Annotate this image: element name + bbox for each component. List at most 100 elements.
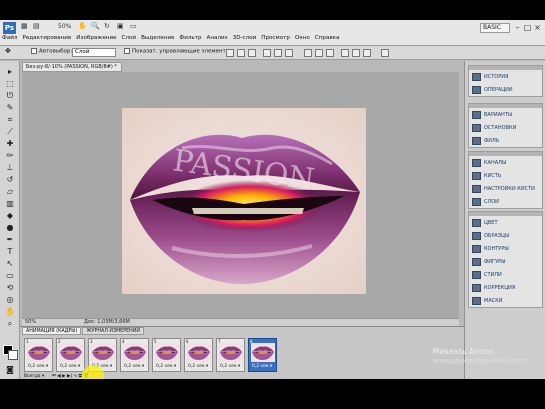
panel-variants[interactable]: ВАРИАНТЫ (469, 108, 542, 121)
distribute-top-icon[interactable] (304, 49, 312, 57)
panel-actions[interactable]: ОПЕРАЦИИ (469, 83, 542, 96)
animation-frame[interactable]: 1 0,2 сек.▾ (24, 338, 53, 372)
align-vcenter-icon[interactable] (237, 49, 245, 57)
document-tab[interactable]: Без-ру-8/-10% (PASSION, RGB/8#) * (22, 62, 122, 72)
loop-select[interactable]: Всегда ▾ (24, 374, 44, 379)
panel-styles[interactable]: СТИЛИ (469, 268, 542, 281)
rotate-view-icon[interactable]: ↻ (104, 22, 110, 33)
history-brush-tool-icon[interactable]: ↺ (5, 175, 15, 184)
brush-tool-icon[interactable]: ✏ (5, 151, 15, 160)
stamp-tool-icon[interactable]: ⊥ (5, 163, 15, 172)
align-bottom-icon[interactable] (248, 49, 256, 57)
animation-frame[interactable]: 5 0,2 сек.▾ (152, 338, 181, 372)
tween-icon[interactable]: ∿ (73, 374, 77, 379)
panel-swatches[interactable]: ОБРАЗЦЫ (469, 229, 542, 242)
lasso-tool-icon[interactable]: ᘎ (5, 91, 15, 100)
eraser-tool-icon[interactable]: ▱ (5, 187, 15, 196)
animation-frame[interactable]: 7 0,2 сек.▾ (216, 338, 245, 372)
distribute-hcenter-icon[interactable] (352, 49, 360, 57)
menu-3d[interactable]: 3D-слои (233, 35, 257, 45)
frame-delay[interactable]: 0,2 сек.▾ (156, 364, 176, 369)
panel-layers[interactable]: СЛОИ (469, 195, 542, 208)
workspace-switcher[interactable]: BASIC (480, 23, 510, 33)
crop-tool-icon[interactable]: ⌗ (5, 115, 15, 124)
status-zoom[interactable]: 50% (25, 319, 36, 326)
type-tool-icon[interactable]: T (5, 247, 15, 256)
menu-filter[interactable]: Фильтр (179, 35, 201, 45)
frame-delay[interactable]: 0,2 сек.▾ (124, 364, 144, 369)
prev-frame-icon[interactable]: ◀ (57, 374, 60, 379)
autoselect-checkbox[interactable]: Автовыбор: (31, 48, 72, 55)
panel-brush-settings[interactable]: НАСТРОЙКИ КИСТИ (469, 182, 542, 195)
zoom-tool-icon[interactable]: ⌕ (5, 319, 15, 328)
gradient-tool-icon[interactable]: ▥ (5, 199, 15, 208)
minimize-icon[interactable]: – (513, 23, 522, 32)
healing-tool-icon[interactable]: ✚ (5, 139, 15, 148)
align-top-icon[interactable] (226, 49, 234, 57)
move-tool-icon[interactable]: ✥ (5, 47, 11, 55)
blur-tool-icon[interactable]: ◆ (5, 211, 15, 220)
dodge-tool-icon[interactable]: ● (5, 223, 15, 232)
hand-tool-icon[interactable]: ✋ (5, 307, 15, 316)
quick-select-tool-icon[interactable]: ✎ (5, 103, 15, 112)
frame-delay[interactable]: 0,2 сек.▾ (252, 364, 272, 369)
show-transform-checkbox[interactable]: Показат. управляющие элементы (124, 48, 230, 55)
align-right-icon[interactable] (285, 49, 293, 57)
menu-image[interactable]: Изображение (76, 35, 116, 45)
distribute-vcenter-icon[interactable] (315, 49, 323, 57)
menu-view[interactable]: Просмотр (261, 35, 290, 45)
arrange-icon[interactable]: ▣ (117, 22, 124, 33)
shape-tool-icon[interactable]: ▭ (5, 271, 15, 280)
distribute-left-icon[interactable] (341, 49, 349, 57)
tab-measurement-log[interactable]: ЖУРНАЛ ИЗМЕРЕНИЙ (82, 327, 144, 335)
animation-frame[interactable]: 2 0,2 сек.▾ (56, 338, 85, 372)
distribute-right-icon[interactable] (363, 49, 371, 57)
minibridge-icon[interactable]: ▤ (33, 22, 40, 33)
tab-animation-frames[interactable]: АНИМАЦИЯ (КАДРЫ) (22, 327, 82, 335)
quick-mask-icon[interactable]: ◙ (5, 365, 15, 374)
animation-frame[interactable]: 8 0,2 сек.▾ (248, 338, 277, 372)
menu-layer[interactable]: Слой (122, 35, 137, 45)
frame-delay[interactable]: 0,2 сек.▾ (28, 364, 48, 369)
menu-window[interactable]: Окно (295, 35, 310, 45)
panel-stops[interactable]: ОСТАНОВКИ (469, 121, 542, 134)
eyedropper-tool-icon[interactable]: ⟋ (5, 127, 15, 136)
panel-adjustments[interactable]: КОРРЕКЦИЯ (469, 281, 542, 294)
hand-icon[interactable]: ✋ (78, 22, 87, 33)
menu-edit[interactable]: Редактирование (22, 35, 71, 45)
align-left-icon[interactable] (263, 49, 271, 57)
close-icon[interactable]: × (533, 23, 542, 32)
3d-rotate-tool-icon[interactable]: ⟲ (5, 283, 15, 292)
zoom-icon[interactable]: 🔍 (91, 22, 100, 33)
autoselect-dropdown[interactable]: Слой (72, 48, 116, 57)
menu-analysis[interactable]: Анализ (207, 35, 228, 45)
canvas-area[interactable]: PASSION (22, 72, 459, 318)
pen-tool-icon[interactable]: ✒ (5, 235, 15, 244)
background-color-swatch[interactable] (8, 350, 18, 360)
3d-orbit-tool-icon[interactable]: ◎ (5, 295, 15, 304)
screen-mode-icon[interactable]: ▭ (130, 22, 137, 33)
first-frame-icon[interactable]: ⏮ (52, 374, 56, 379)
animation-frame[interactable]: 6 0,2 сек.▾ (184, 338, 213, 372)
play-icon[interactable]: ▶ (62, 374, 65, 379)
maximize-icon[interactable]: □ (523, 23, 532, 32)
menu-help[interactable]: Справка (315, 35, 340, 45)
path-select-tool-icon[interactable]: ↖ (5, 259, 15, 268)
menu-file[interactable]: Файл (2, 35, 17, 45)
align-hcenter-icon[interactable] (274, 49, 282, 57)
panel-shapes[interactable]: ФИГУРЫ (469, 255, 542, 268)
frame-delay[interactable]: 0,2 сек.▾ (188, 364, 208, 369)
panel-paths[interactable]: КОНТУРЫ (469, 242, 542, 255)
panel-filters[interactable]: ФИЛЬ (469, 134, 542, 147)
menu-select[interactable]: Выделение (141, 35, 174, 45)
auto-align-icon[interactable] (381, 49, 389, 57)
zoom-level[interactable]: 50% (58, 23, 71, 34)
animation-frame[interactable]: 4 0,2 сек.▾ (120, 338, 149, 372)
bridge-icon[interactable]: ▦ (21, 22, 28, 33)
panel-brush[interactable]: КИСТЬ (469, 169, 542, 182)
marquee-tool-icon[interactable]: ⬚ (5, 79, 15, 88)
panel-color[interactable]: ЦВЕТ (469, 216, 542, 229)
frame-delay[interactable]: 0,2 сек.▾ (220, 364, 240, 369)
panel-history[interactable]: ИСТОРИЯ (469, 70, 542, 83)
panel-masks[interactable]: МАСКИ (469, 294, 542, 307)
